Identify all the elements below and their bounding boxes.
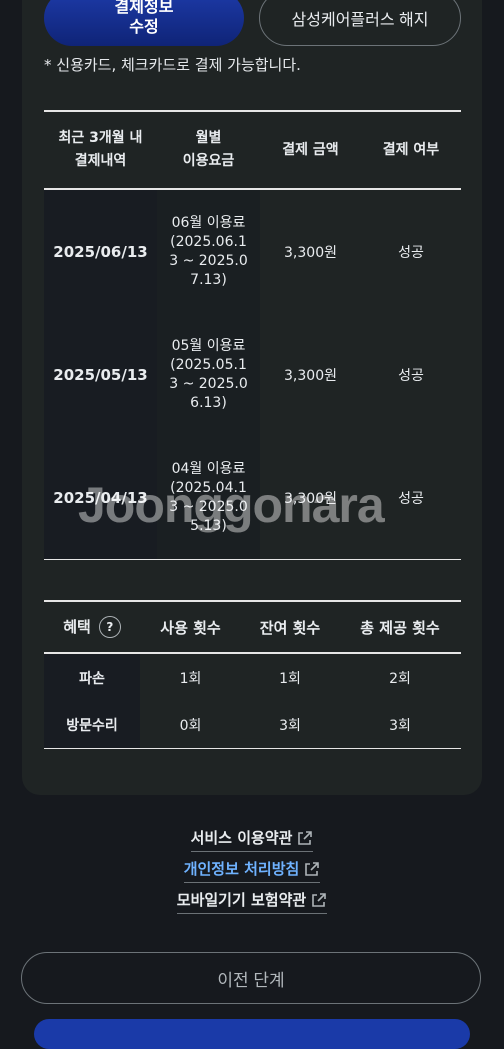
table-row: 2025/05/13 05월 이용료 (2025.05.1 3 ~ 2025.0… [44, 313, 461, 436]
edit-payment-info-button[interactable]: 결제정보 수정 [44, 0, 244, 46]
header-remaining-count: 잔여 횟수 [241, 600, 339, 654]
payment-status: 성공 [398, 244, 424, 261]
monthly-fee: 06월 이용료 (2025.06.1 3 ~ 2025.0 7.13) [157, 189, 260, 313]
terms-links: 서비스 이용약관 개인정보 처리방침 모바일기기 보험약관 [0, 828, 504, 921]
payment-status: 성공 [361, 436, 461, 560]
insurance-terms-label: 모바일기기 보험약관 [176, 891, 307, 909]
payment-date: 2025/06/13 [44, 189, 157, 313]
table-row: 방문수리 0회 3회 3회 [44, 701, 461, 749]
header-benefit-label: 혜택 [63, 617, 91, 636]
service-terms-link[interactable]: 서비스 이용약관 [190, 828, 314, 852]
monthly-fee: 04월 이용료 (2025.04.1 3 ~ 2025.0 5.13) [157, 436, 260, 560]
table-row: 2025/04/13 04월 이용료 (2025.04.1 3 ~ 2025.0… [44, 436, 461, 560]
header-total-count: 총 제공 횟수 [339, 600, 461, 654]
previous-step-button[interactable]: 이전 단계 [21, 952, 481, 1004]
external-link-icon [305, 862, 320, 876]
header-recent-payments: 최근 3개월 내 결제내역 [44, 110, 157, 190]
payment-status: 성공 [398, 367, 424, 384]
payment-date: 2025/05/13 [44, 313, 157, 436]
header-payment-status: 결제 여부 [361, 110, 461, 190]
header-benefit: 혜택? [44, 600, 140, 654]
payment-amount: 3,300원 [260, 436, 361, 560]
benefit-name: 파손 [44, 653, 140, 701]
external-link-icon [312, 893, 327, 907]
payment-date: 2025/04/13 [44, 436, 157, 560]
privacy-policy-link[interactable]: 개인정보 처리방침 [183, 859, 321, 883]
insurance-terms-link[interactable]: 모바일기기 보험약관 [176, 890, 328, 914]
header-payment-amount: 결제 금액 [260, 110, 361, 190]
privacy-policy-label: 개인정보 처리방침 [183, 860, 300, 878]
payment-history-table: 최근 3개월 내 결제내역 월별 이용요금 결제 금액 결제 여부 2025/0… [44, 110, 461, 560]
remaining-count: 1회 [279, 670, 301, 687]
service-terms-label: 서비스 이용약관 [190, 829, 293, 847]
used-count: 1회 [179, 670, 202, 687]
table-row: 2025/06/13 06월 이용료 (2025.06.1 3 ~ 2025.0… [44, 189, 461, 313]
benefit-name: 방문수리 [44, 701, 140, 749]
total-count: 3회 [339, 701, 461, 749]
header-monthly-fee: 월별 이용요금 [157, 110, 260, 190]
cancel-samsung-care-plus-button[interactable]: 삼성케어플러스 해지 [259, 0, 461, 46]
benefit-usage-table: 혜택? 사용 횟수 잔여 횟수 총 제공 횟수 파손 1회 1회 2회 방문수리… [44, 600, 461, 749]
table-row: 파손 1회 1회 2회 [44, 653, 461, 701]
monthly-fee: 05월 이용료 (2025.05.1 3 ~ 2025.0 6.13) [157, 313, 260, 436]
payment-amount: 3,300원 [284, 367, 337, 384]
payment-amount: 3,300원 [284, 244, 337, 261]
external-link-icon [298, 831, 313, 845]
help-icon[interactable]: ? [98, 616, 121, 639]
used-count: 0회 [140, 701, 241, 749]
payment-method-note: * 신용카드, 체크카드로 결제 가능합니다. [44, 56, 301, 74]
total-count: 2회 [389, 670, 411, 687]
remaining-count: 3회 [241, 701, 339, 749]
header-used-count: 사용 횟수 [140, 600, 241, 654]
